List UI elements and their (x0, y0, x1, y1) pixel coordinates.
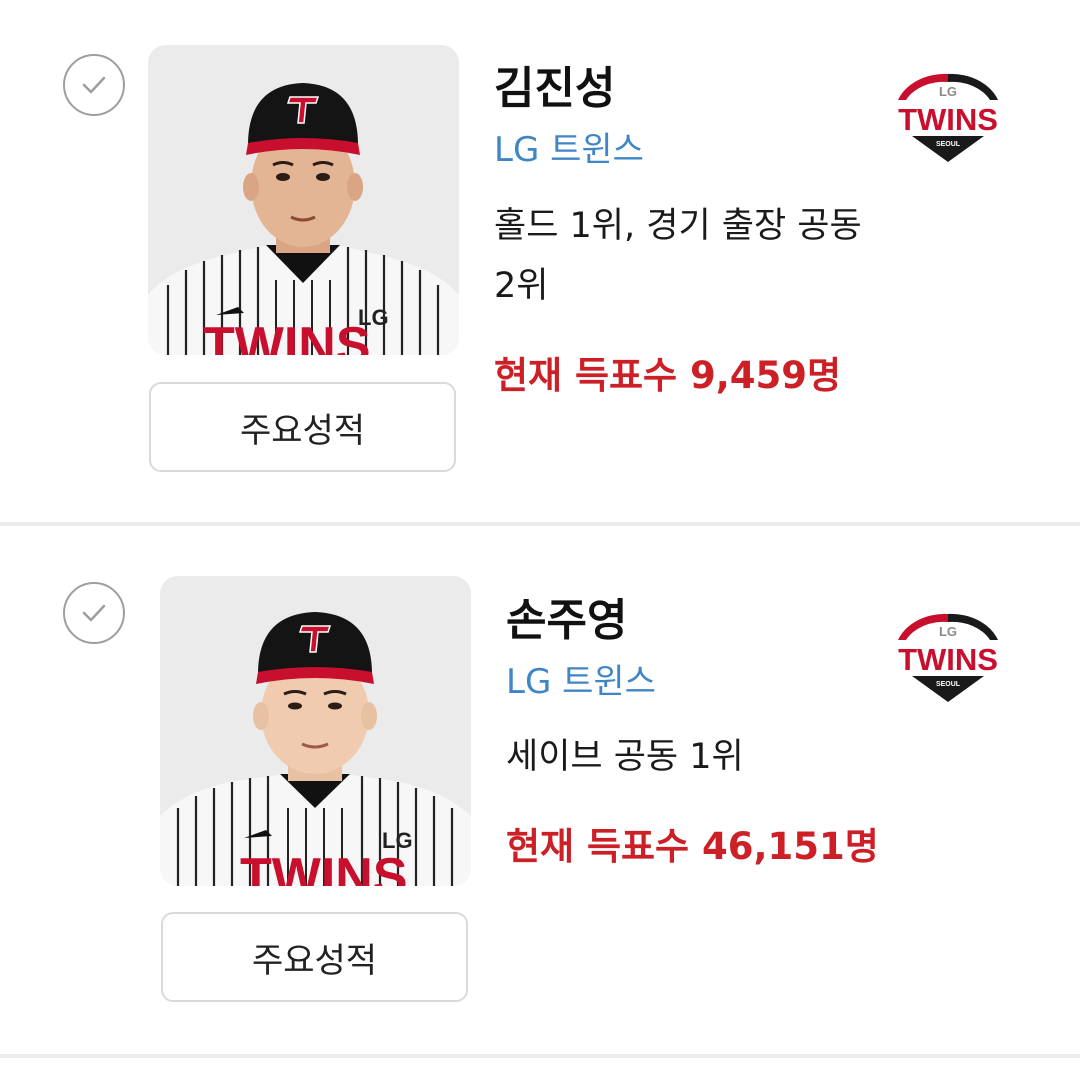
vote-count: 현재 득표수 46,151명 (506, 825, 879, 868)
select-checkbox[interactable] (63, 582, 125, 644)
svg-text:TWINS: TWINS (240, 848, 408, 886)
player-name: 김진성 (494, 63, 616, 114)
team-link[interactable]: LG 트윈스 (494, 122, 644, 171)
player-name: 손주영 (506, 595, 628, 646)
stats-button[interactable]: 주요성적 (149, 382, 456, 472)
logo-main-text: TWINS (898, 102, 998, 137)
card-divider (0, 1054, 1080, 1058)
check-icon (82, 76, 106, 94)
select-checkbox[interactable] (63, 54, 125, 116)
logo-small-text: LG (939, 624, 957, 639)
stats-button[interactable]: 주요성적 (161, 912, 468, 1002)
team-link[interactable]: LG 트윈스 (506, 654, 656, 703)
logo-small-text: LG (939, 84, 957, 99)
logo-sub-text: SEOUL (936, 681, 961, 688)
check-icon (82, 604, 106, 622)
logo-main-text: TWINS (898, 642, 998, 677)
player-description: 세이브 공동 1위 (506, 737, 744, 777)
logo-sub-text: SEOUL (936, 141, 961, 148)
player-photo: LG TWINS (148, 45, 459, 355)
vote-count: 현재 득표수 9,459명 (494, 354, 842, 397)
player-card[interactable]: LG TWINS 주요성적 손주영 LG 트윈스 세이브 공동 1위 현재 득표… (0, 528, 1080, 1056)
svg-text:TWINS: TWINS (203, 317, 371, 355)
player-card[interactable]: LG TWINS 주요성적 김진성 LG 트윈스 홀드 1위, 경기 출장 공동… (0, 0, 1080, 524)
player-description: 홀드 1위, 경기 출장 공동 2위 (494, 206, 862, 306)
player-photo: LG TWINS (160, 576, 471, 886)
team-logo: LG TWINS SEOUL (884, 60, 1014, 164)
card-divider (0, 522, 1080, 526)
team-logo: LG TWINS SEOUL (884, 600, 1014, 704)
